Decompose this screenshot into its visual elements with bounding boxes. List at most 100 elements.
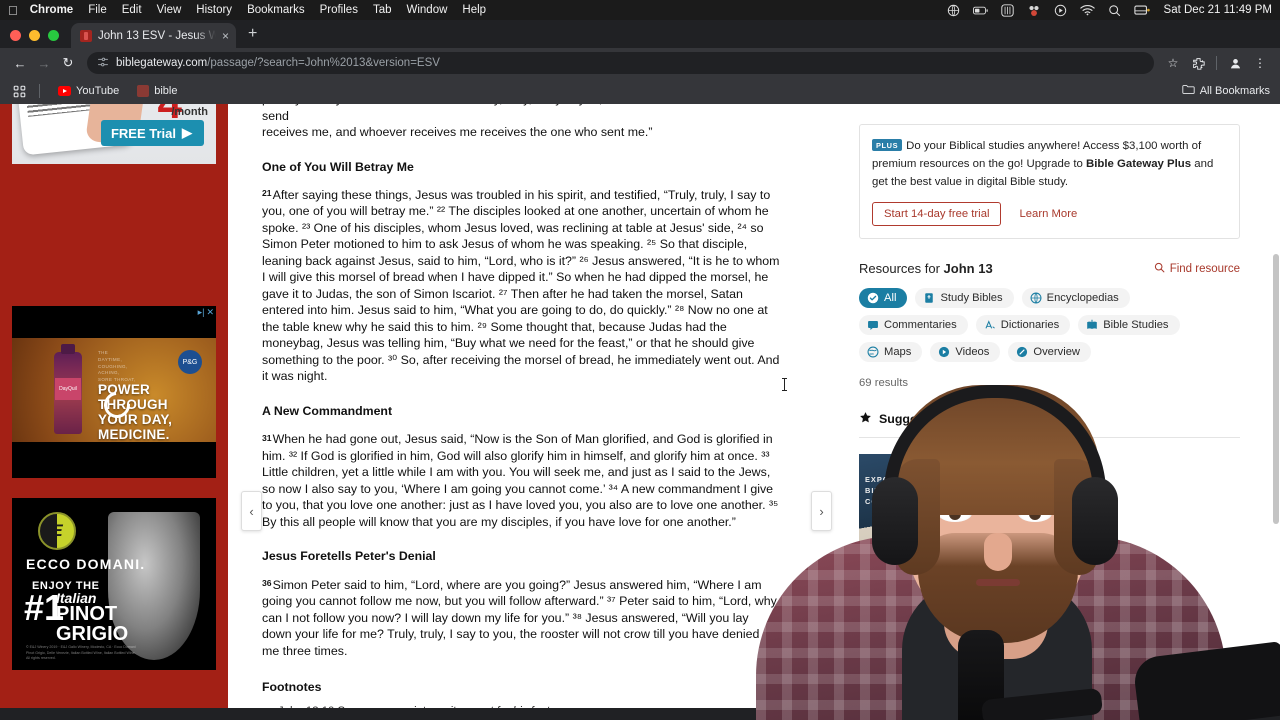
control-center-icon[interactable] <box>1000 3 1014 17</box>
start-free-trial-button[interactable]: Start 14-day free trial <box>872 201 1002 226</box>
ad-free-trial-button[interactable]: FREE Trial ▶ <box>100 120 204 146</box>
chrome-menu-icon[interactable]: ⋮ <box>1249 52 1271 74</box>
bookmark-label: bible <box>154 85 178 97</box>
menu-item-view[interactable]: View <box>157 4 182 16</box>
chip-maps[interactable]: Maps <box>859 341 923 362</box>
left-ad-rail: 4 /month FREE Trial ▶ ▸| ✕ DayQuil <box>0 104 228 708</box>
extensions-puzzle-icon[interactable] <box>1187 52 1209 74</box>
ad-legal-text: © E&J Winery 2019 · E&J Gallo Winery, Mo… <box>26 644 136 661</box>
webcam-overlay <box>712 383 1280 720</box>
chip-label: Overview <box>1033 345 1080 358</box>
search-icon[interactable] <box>1108 4 1121 17</box>
headphone-cup-right <box>1072 477 1118 565</box>
youtube-icon <box>58 86 71 96</box>
adchoices-icon[interactable]: ▸| <box>198 308 205 317</box>
bible-passage-column: place you may believe that I am he. ¹⁹ T… <box>262 104 780 708</box>
ad-fine-1: THE <box>98 350 109 355</box>
address-bar[interactable]: biblegateway.com/passage/?search=John%20… <box>87 52 1154 74</box>
footnote-italic: except for his feet <box>460 705 550 708</box>
chip-overview[interactable]: Overview <box>1008 341 1091 362</box>
menu-item-file[interactable]: File <box>88 4 107 16</box>
chip-dictionaries[interactable]: Dictionaries <box>975 314 1071 335</box>
adchoices-icon[interactable]: ▸| <box>12 500 24 517</box>
site-settings-icon[interactable] <box>97 56 109 71</box>
ad-ecco-domani[interactable]: ▸| ECCO DOMANI. ENJOY THE #1 Italian PIN… <box>12 498 216 670</box>
resources-title: Resources for John 13 <box>859 261 993 276</box>
menu-item-help[interactable]: Help <box>462 4 486 16</box>
find-resource-label: Find resource <box>1169 262 1240 275</box>
resources-title-prefix: Resources for <box>859 260 944 276</box>
play-circle-icon[interactable] <box>1054 4 1067 17</box>
menu-item-chrome[interactable]: Chrome <box>30 4 73 16</box>
verse-number: 36 <box>262 577 272 588</box>
letter-a-icon <box>984 319 996 331</box>
chip-bible-studies[interactable]: Bible Studies <box>1078 314 1180 335</box>
all-bookmarks-button[interactable]: All Bookmarks <box>1182 84 1270 98</box>
reload-button[interactable]: ↻ <box>57 52 79 74</box>
map-globe-icon <box>867 346 879 358</box>
all-bookmarks-label: All Bookmarks <box>1199 85 1270 97</box>
menu-item-tab[interactable]: Tab <box>373 4 392 16</box>
bookmark-star-icon[interactable]: ☆ <box>1162 52 1184 74</box>
menubar-clock[interactable]: Sat Dec 21 11:49 PM <box>1164 4 1272 16</box>
chip-all[interactable]: All <box>859 287 908 308</box>
ad-sponsor-logo: P&G <box>178 350 202 374</box>
battery-icon[interactable] <box>972 5 988 16</box>
new-tab-button[interactable]: + <box>248 25 257 48</box>
clipped-paragraph: place you may believe that I am he. ¹⁹ T… <box>262 104 780 141</box>
ad-per-month: /month <box>171 106 208 118</box>
menu-item-window[interactable]: Window <box>407 4 448 16</box>
tab-close-icon[interactable]: × <box>222 30 229 42</box>
profile-avatar-icon[interactable] <box>1224 52 1246 74</box>
ad-bible-gateway-plus[interactable]: 4 /month FREE Trial ▶ <box>12 104 216 164</box>
close-window-button[interactable] <box>10 30 21 41</box>
plus-badge: PLUS <box>872 139 903 151</box>
chip-encyclopedias[interactable]: Encyclopedias <box>1021 287 1130 308</box>
plus-promo-actions: Start 14-day free trial Learn More <box>872 201 1227 226</box>
globe-icon <box>1030 292 1042 304</box>
ad-fine-4: ACHING, <box>98 370 120 376</box>
forward-button[interactable]: → <box>33 52 55 74</box>
section-heading-new-commandment: A New Commandment <box>262 403 393 418</box>
chip-commentaries[interactable]: Commentaries <box>859 314 968 335</box>
bookmark-label: YouTube <box>76 85 120 97</box>
menu-item-bookmarks[interactable]: Bookmarks <box>247 4 305 16</box>
apps-grid-icon[interactable] <box>10 85 28 98</box>
chip-label: Study Bibles <box>940 291 1003 304</box>
globe-icon[interactable] <box>947 4 960 17</box>
play-icon <box>938 346 950 358</box>
chip-videos[interactable]: Videos <box>930 341 1001 362</box>
apple-logo-icon[interactable]:  <box>8 4 18 17</box>
ad-close-icon[interactable]: ✕ <box>206 308 214 317</box>
record-icon[interactable] <box>1027 4 1041 17</box>
find-resource-button[interactable]: Find resource <box>1154 262 1240 276</box>
maximize-window-button[interactable] <box>48 30 59 41</box>
ad-pinot-label: PINOT <box>56 603 118 625</box>
menu-item-history[interactable]: History <box>196 4 232 16</box>
back-button[interactable]: ← <box>9 52 31 74</box>
bookmark-bible[interactable]: bible <box>130 82 184 100</box>
ad-choices-controls[interactable]: ▸| ✕ <box>198 308 214 317</box>
slash-circle-icon <box>1016 346 1028 358</box>
menu-item-edit[interactable]: Edit <box>122 4 142 16</box>
bookmark-youtube[interactable]: YouTube <box>51 82 126 100</box>
verse-number: 21 <box>262 188 272 199</box>
display-icon[interactable] <box>1133 4 1150 17</box>
url-path: /passage/?search=John%2013&version=ESV <box>207 57 440 69</box>
wifi-icon[interactable] <box>1079 4 1095 16</box>
plus-promo-box: PLUS Do your Biblical studies anywhere! A… <box>859 124 1240 239</box>
browser-tab-active[interactable]: John 13 ESV - Jesus Washes × <box>71 23 236 48</box>
chip-study-bibles[interactable]: Study Bibles <box>915 287 1014 308</box>
menu-item-profiles[interactable]: Profiles <box>320 4 358 16</box>
chip-label: Bible Studies <box>1103 318 1169 331</box>
passage-text: Simon Peter said to him, “Lord, where ar… <box>262 577 777 658</box>
section-heading-betray: One of You Will Betray Me <box>262 159 414 174</box>
section-heading-peters-denial: Jesus Foretells Peter's Denial <box>262 549 436 564</box>
ad-dayquil[interactable]: ▸| ✕ DayQuil THE DAYTIME, COUGHING, ACHI… <box>12 306 216 478</box>
previous-chapter-button[interactable]: ‹ <box>241 491 262 531</box>
open-book-icon <box>1086 319 1098 331</box>
learn-more-link[interactable]: Learn More <box>1019 208 1077 220</box>
footnote-ref-link[interactable]: John 13:10 <box>278 705 334 708</box>
minimize-window-button[interactable] <box>29 30 40 41</box>
plus-promo-text-wrap: PLUS Do your Biblical studies anywhere! A… <box>872 136 1227 191</box>
